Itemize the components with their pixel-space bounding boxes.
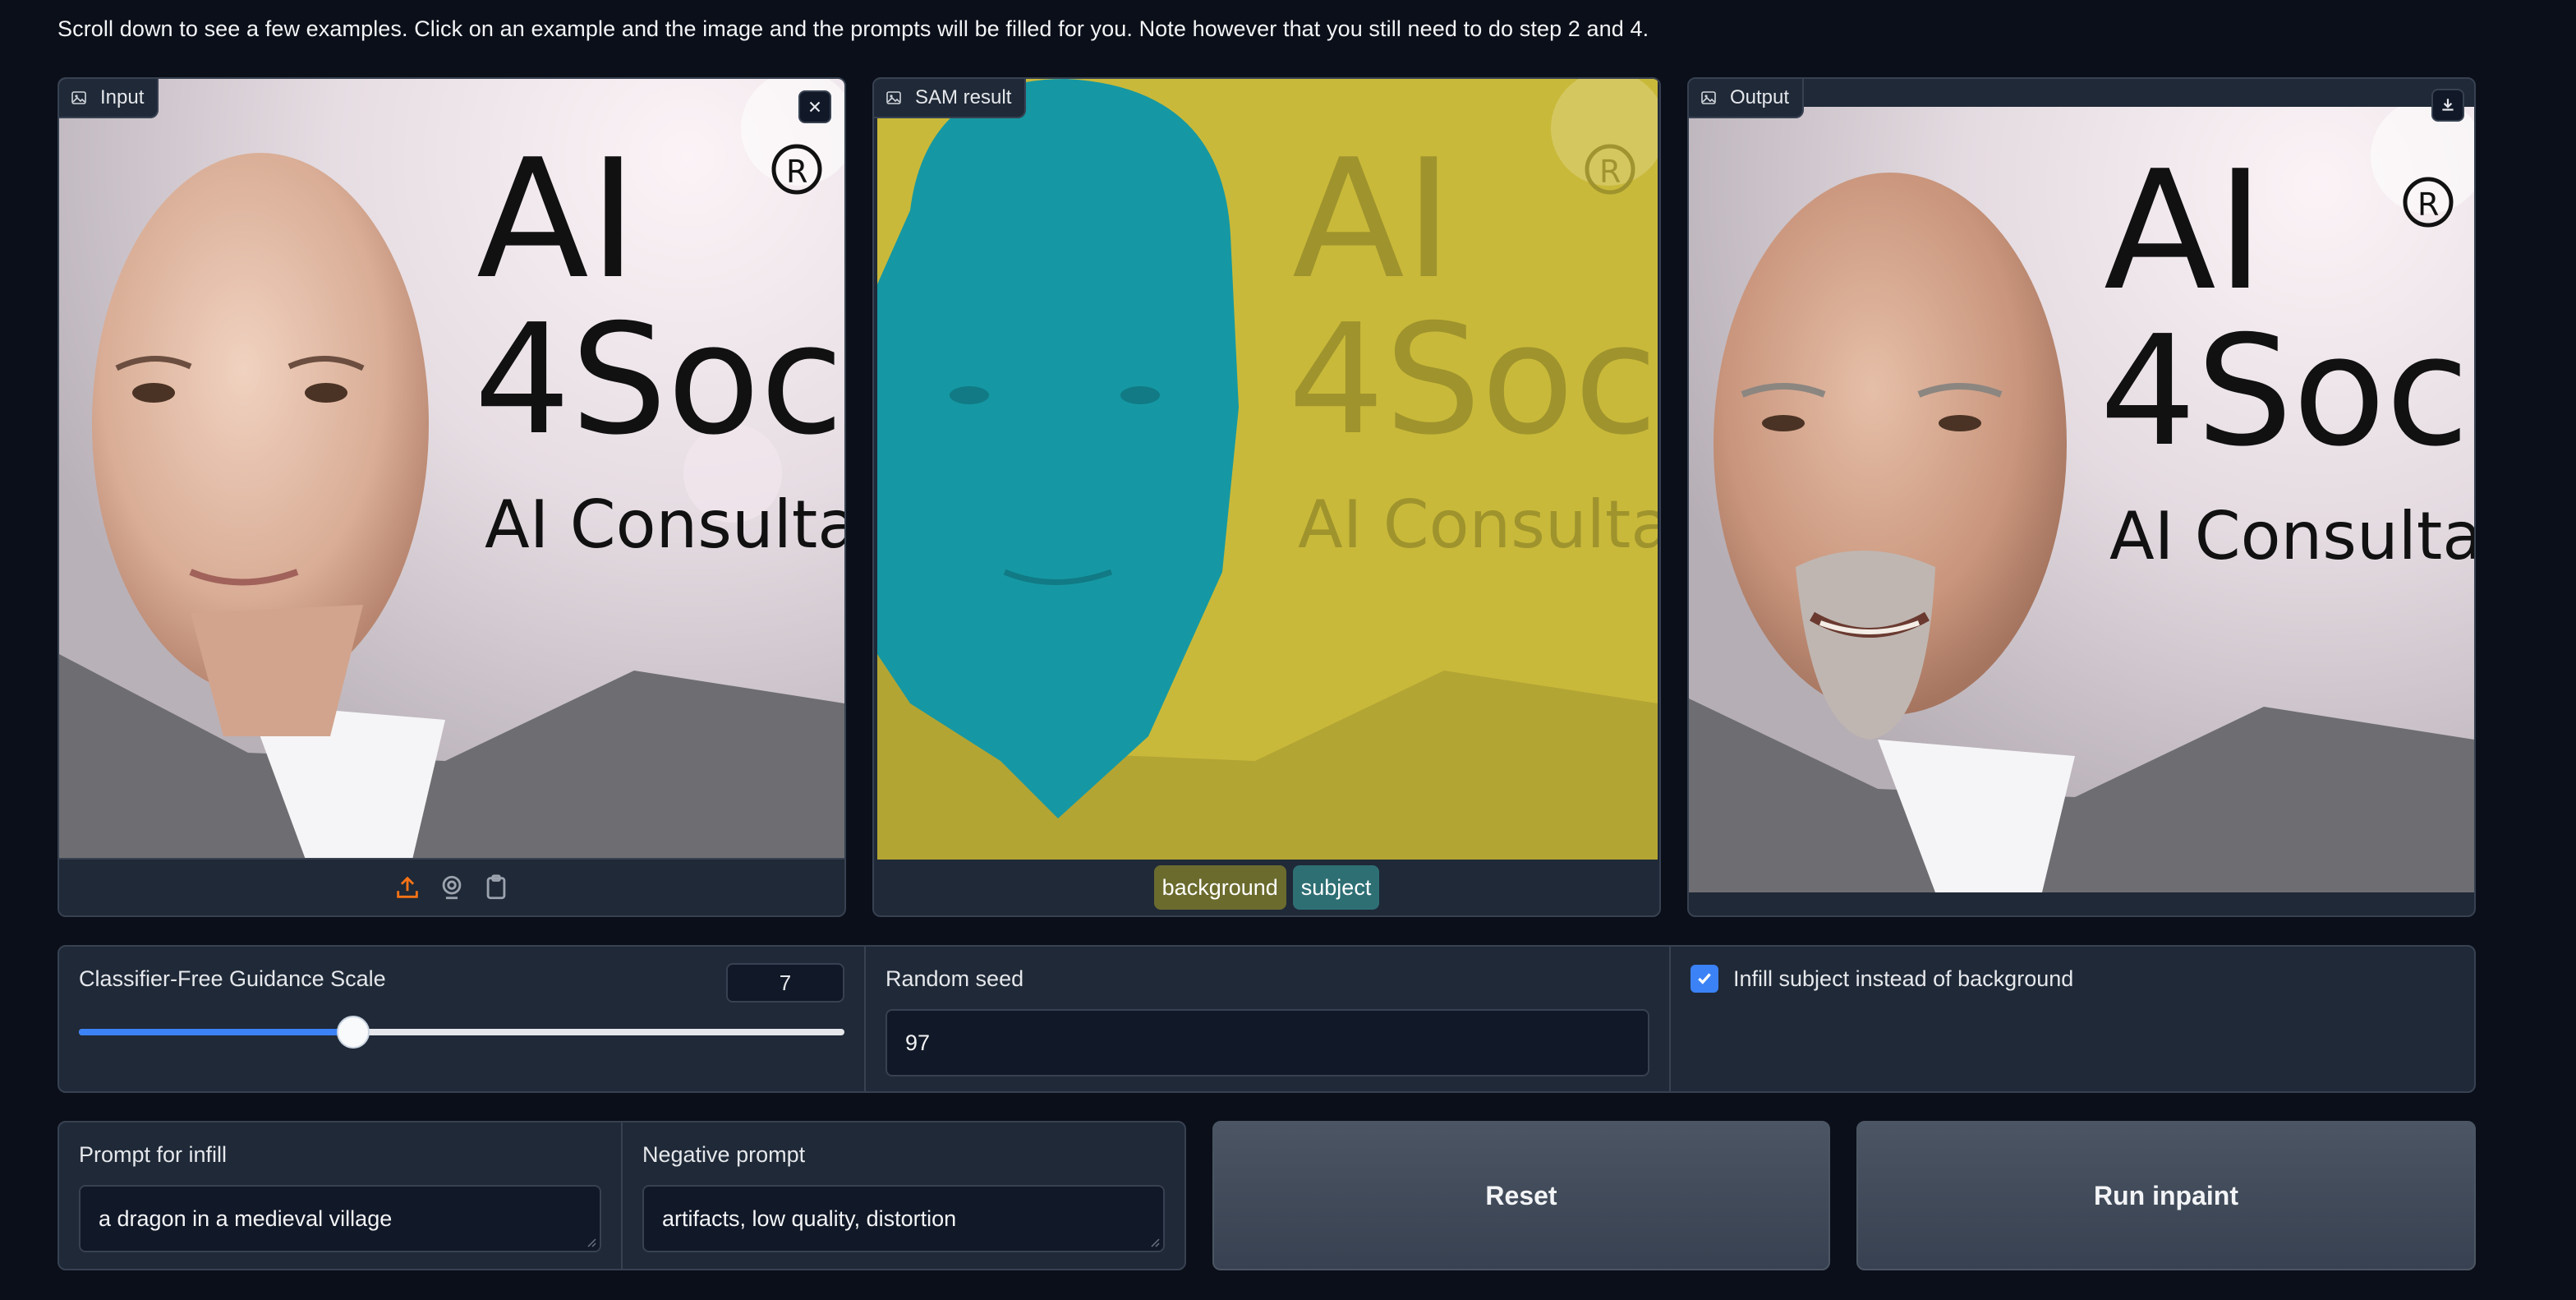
clipboard-icon[interactable] <box>482 874 510 901</box>
negative-prompt-textarea[interactable]: artifacts, low quality, distortion <box>642 1185 1165 1252</box>
image-icon <box>71 91 86 104</box>
svg-text:R: R <box>2417 187 2439 223</box>
svg-text:4Soc: 4Soc <box>474 291 844 468</box>
input-label-text: Input <box>100 86 145 108</box>
clear-input-button[interactable] <box>798 90 831 123</box>
infill-subject-label: Infill subject instead of background <box>1733 966 2074 991</box>
infill-prompt-control: Prompt for infill a dragon in a medieval… <box>59 1123 621 1269</box>
svg-text:AI Consultant: AI Consultant <box>1298 486 1658 563</box>
output-label: Output <box>1689 79 1805 118</box>
negative-prompt-label: Negative prompt <box>642 1142 806 1167</box>
run-inpaint-button[interactable]: Run inpaint <box>1856 1121 2476 1270</box>
controls-row: Classifier-Free Guidance Scale 7 Random … <box>58 945 2476 1093</box>
resize-handle-icon[interactable] <box>585 1236 596 1247</box>
random-seed-control: Random seed 97 <box>864 947 1669 1091</box>
legend-background: background <box>1153 865 1286 910</box>
cfg-scale-slider-fill <box>79 1029 353 1035</box>
svg-text:R: R <box>1599 154 1621 190</box>
image-icon <box>886 91 901 104</box>
svg-text:AI: AI <box>1292 124 1453 316</box>
negative-prompt-control: Negative prompt artifacts, low quality, … <box>621 1123 1184 1269</box>
infill-toggle-control: Infill subject instead of background <box>1669 947 2474 1091</box>
sam-label: SAM result <box>874 79 1027 118</box>
input-image-panel[interactable]: Input AI 4Soc AI Consultant <box>58 77 846 917</box>
negative-prompt-value: artifacts, low quality, distortion <box>662 1205 957 1231</box>
close-icon <box>809 101 821 113</box>
input-toolbar <box>59 858 844 915</box>
infill-prompt-textarea[interactable]: a dragon in a medieval village <box>79 1185 601 1252</box>
sam-label-text: SAM result <box>915 86 1012 108</box>
cfg-scale-slider-track[interactable] <box>79 1016 844 1049</box>
svg-text:4Soc: 4Soc <box>2100 302 2469 480</box>
input-image[interactable]: AI 4Soc AI Consultant R <box>59 79 844 860</box>
output-label-text: Output <box>1730 86 1790 108</box>
cfg-scale-label: Classifier-Free Guidance Scale <box>79 966 386 991</box>
legend-subject: subject <box>1292 865 1380 910</box>
cfg-scale-control: Classifier-Free Guidance Scale 7 <box>59 947 864 1091</box>
intro-text: Scroll down to see a few examples. Click… <box>58 16 1649 41</box>
sam-result-image: AI 4Soc AI Consultant R <box>877 79 1658 860</box>
cfg-scale-number-input[interactable]: 7 <box>726 963 844 1003</box>
prompts-group: Prompt for infill a dragon in a medieval… <box>58 1121 1186 1270</box>
svg-text:AI Consultant: AI Consultant <box>485 486 844 563</box>
resize-handle-icon[interactable] <box>1148 1236 1160 1247</box>
reset-button[interactable]: Reset <box>1212 1121 1830 1270</box>
sam-legend: background subject <box>874 864 1659 910</box>
svg-text:AI: AI <box>476 124 637 316</box>
svg-text:4Soc: 4Soc <box>1288 291 1658 468</box>
infill-subject-checkbox[interactable] <box>1690 965 1718 993</box>
image-icon <box>1701 91 1716 104</box>
output-image: AI 4Soc AI Consultant R <box>1689 107 2474 892</box>
infill-subject-checkbox-row[interactable]: Infill subject instead of background <box>1690 965 2073 993</box>
download-output-button[interactable] <box>2431 89 2464 122</box>
svg-text:R: R <box>786 154 807 190</box>
random-seed-label: Random seed <box>886 966 1024 991</box>
infill-prompt-value: a dragon in a medieval village <box>99 1205 393 1231</box>
infill-prompt-label: Prompt for infill <box>79 1142 228 1167</box>
cfg-scale-slider-thumb[interactable] <box>336 1016 370 1049</box>
webcam-icon[interactable] <box>438 874 466 901</box>
upload-icon[interactable] <box>393 874 421 901</box>
svg-text:AI Consultant: AI Consultant <box>2109 498 2474 574</box>
download-icon <box>2442 99 2454 111</box>
input-label: Input <box>59 79 159 118</box>
svg-text:AI: AI <box>2104 136 2265 327</box>
sam-result-panel: SAM result AI 4Soc AI Consultant R backg… <box>872 77 1661 917</box>
output-panel: Output AI 4Soc AI Consultant <box>1687 77 2476 917</box>
random-seed-input[interactable]: 97 <box>886 1009 1649 1076</box>
check-icon <box>1698 973 1711 984</box>
